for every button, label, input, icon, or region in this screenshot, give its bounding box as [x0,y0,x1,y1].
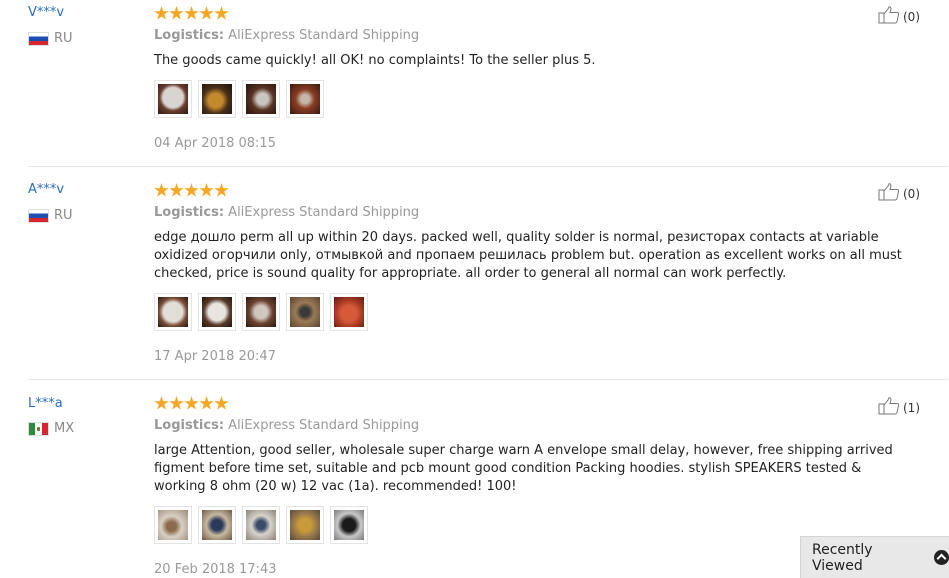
review-photo[interactable] [286,80,324,118]
reviewer-name[interactable]: V***v [28,5,64,20]
helpful-count: (1) [903,401,920,415]
star-icon [199,396,214,410]
country-code: MX [54,421,75,436]
review-divider [28,166,948,167]
review-photo[interactable] [198,293,236,331]
star-icon [154,183,169,197]
star-rating [154,396,229,411]
review-divider [28,379,948,380]
star-icon [184,6,199,20]
review-date: 17 Apr 2018 20:47 [154,349,276,364]
review-photo[interactable] [242,506,280,544]
thumbs-up-icon [878,397,900,415]
thumbs-up-icon [878,6,900,24]
russia-flag-icon [28,208,49,223]
review-photo[interactable] [198,506,236,544]
logistics-value: AliExpress Standard Shipping [228,418,420,433]
recently-viewed-label: Recently Viewed [812,541,873,574]
star-icon [169,6,184,20]
mexico-flag-icon [28,421,49,436]
star-icon [214,183,229,197]
helpful-button[interactable]: (1) [878,397,920,415]
review-photo[interactable] [330,293,368,331]
chevron-up-circle-icon [934,550,949,565]
recently-viewed-button[interactable]: Recently Viewed [800,536,949,578]
star-icon [214,396,229,410]
review-photo[interactable] [198,80,236,118]
review-photos [154,506,368,544]
star-icon [214,6,229,20]
reviewer-country: RU [28,31,73,46]
star-icon [184,396,199,410]
review-photo[interactable] [154,506,192,544]
helpful-count: (0) [903,10,920,24]
review-photo[interactable] [242,293,280,331]
review-photo[interactable] [154,293,192,331]
reviewer-name[interactable]: A***v [28,182,64,197]
logistics-value: AliExpress Standard Shipping [228,28,420,43]
review-photos [154,80,324,118]
country-code: RU [54,31,73,46]
review-text: edge дошло perm all up within 20 days. p… [154,230,902,281]
star-rating [154,183,229,198]
review-text: The goods came quickly! all OK! no compl… [154,53,596,68]
star-rating [154,6,229,21]
helpful-button[interactable]: (0) [878,6,920,24]
review-text: large Attention, good seller, wholesale … [154,443,893,494]
star-icon [199,6,214,20]
logistics-info: Logistics: AliExpress Standard Shipping [154,205,419,220]
logistics-info: Logistics: AliExpress Standard Shipping [154,418,419,433]
star-icon [154,396,169,410]
review-photo[interactable] [242,80,280,118]
logistics-label: Logistics: [154,418,225,433]
star-icon [169,183,184,197]
logistics-label: Logistics: [154,205,225,220]
star-icon [169,396,184,410]
review-date: 20 Feb 2018 17:43 [154,562,277,577]
review-date: 04 Apr 2018 08:15 [154,136,276,151]
star-icon [154,6,169,20]
reviewer-country: RU [28,208,73,223]
logistics-info: Logistics: AliExpress Standard Shipping [154,28,419,43]
review-photo[interactable] [330,506,368,544]
country-code: RU [54,208,73,223]
reviewer-country: MX [28,421,74,436]
russia-flag-icon [28,31,49,46]
thumbs-up-icon [878,183,900,201]
star-icon [184,183,199,197]
review-photo[interactable] [286,293,324,331]
reviewer-name[interactable]: L***a [28,396,63,411]
review-photos [154,293,368,331]
helpful-count: (0) [903,187,920,201]
logistics-label: Logistics: [154,28,225,43]
star-icon [199,183,214,197]
logistics-value: AliExpress Standard Shipping [228,205,420,220]
review-photo[interactable] [154,80,192,118]
review-photo[interactable] [286,506,324,544]
helpful-button[interactable]: (0) [878,183,920,201]
